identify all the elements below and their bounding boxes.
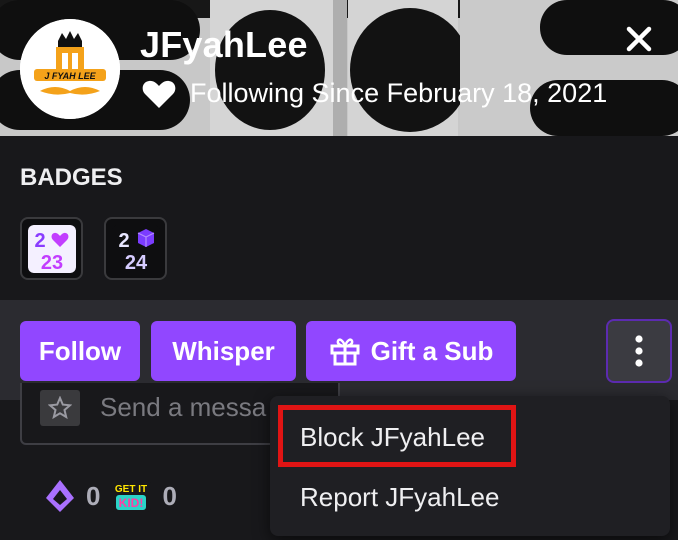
svg-text:24: 24 — [124, 252, 147, 273]
svg-text:2: 2 — [118, 230, 129, 252]
avatar[interactable]: J FYAH LEE — [20, 19, 120, 119]
badge-2024[interactable]: 2 24 — [104, 217, 167, 280]
badges-heading: BADGES — [20, 164, 123, 191]
gift-icon — [330, 338, 360, 366]
svg-text:KID!: KID! — [119, 496, 144, 510]
svg-text:2: 2 — [34, 230, 45, 252]
emote-points-count: 0 — [162, 480, 177, 511]
follow-since-text: Following Since February 18, 2021 — [190, 78, 608, 108]
report-user-menu-item[interactable]: Report JFyahLee — [300, 482, 499, 513]
avatar-logo-icon: J FYAH LEE — [20, 19, 120, 119]
star-icon-box[interactable] — [40, 390, 80, 426]
points-row: 0 GET IT KID! 0 — [44, 478, 177, 514]
follow-status: Following Since February 18, 2021 — [142, 78, 607, 109]
chat-placeholder: Send a messa — [100, 392, 267, 422]
cube-2024-badge-icon: 2 24 — [111, 224, 160, 273]
gift-sub-button[interactable]: Gift a Sub — [306, 321, 516, 381]
badge-2023[interactable]: 2 23 — [20, 217, 83, 280]
svg-text:23: 23 — [40, 252, 62, 273]
vertical-dots-icon — [635, 335, 643, 367]
channel-points-icon[interactable] — [44, 478, 76, 514]
follow-button[interactable]: Follow — [20, 321, 140, 381]
profile-banner: J FYAH LEE JFyahLee Following Since Febr… — [0, 0, 678, 136]
close-icon[interactable] — [622, 22, 656, 56]
star-icon — [48, 396, 72, 420]
username[interactable]: JFyahLee — [140, 24, 308, 66]
svg-text:GET IT: GET IT — [115, 484, 147, 495]
whisper-button[interactable]: Whisper — [151, 321, 296, 381]
get-it-kid-emote-icon[interactable]: GET IT KID! — [110, 478, 152, 514]
gift-sub-label: Gift a Sub — [370, 335, 494, 366]
heart-2023-badge-icon: 2 23 — [27, 224, 76, 273]
more-options-button[interactable] — [608, 321, 670, 381]
highlight-box — [278, 405, 516, 467]
channel-points-count: 0 — [86, 480, 101, 511]
svg-text:J FYAH LEE: J FYAH LEE — [44, 71, 96, 81]
heart-icon — [142, 80, 176, 108]
